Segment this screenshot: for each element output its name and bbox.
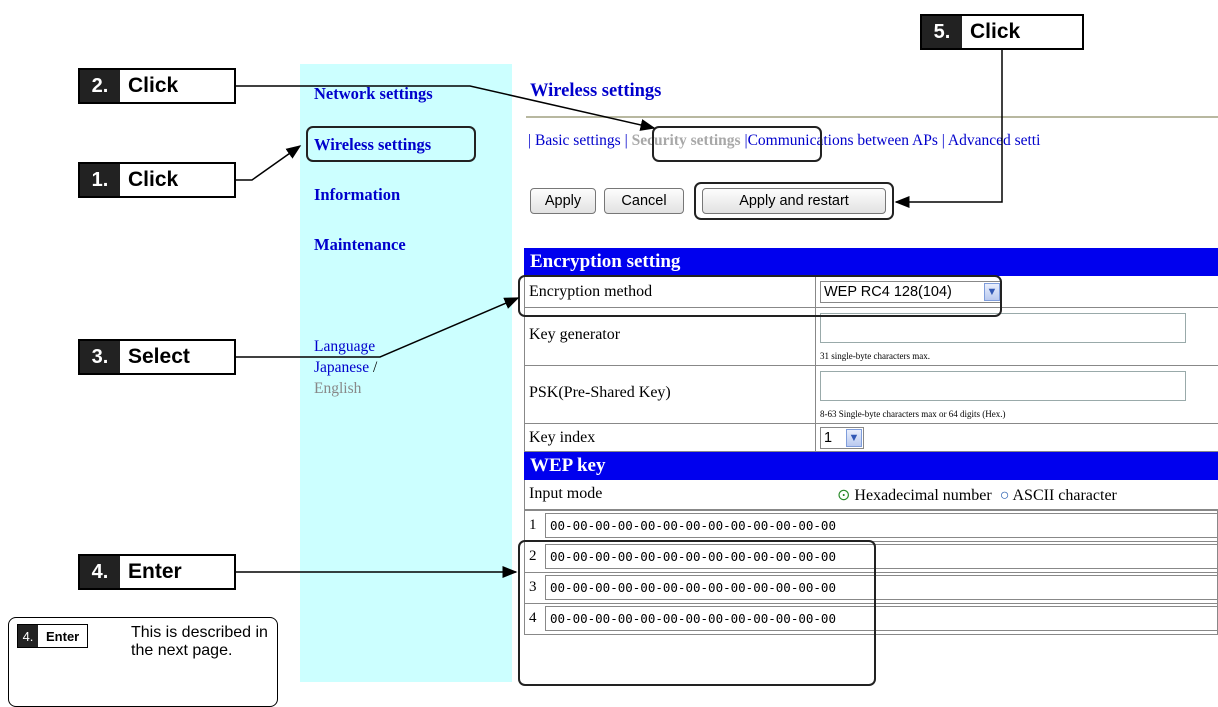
note-badge-text: Enter	[46, 628, 80, 644]
note-badge: 4. Enter	[17, 624, 89, 648]
arrow-step-2	[236, 85, 656, 131]
note-text: This is described in the next page.	[131, 624, 268, 659]
note-box: 4. Enter This is described in the next p…	[8, 617, 278, 707]
note-badge-number: 4.	[18, 625, 38, 647]
callout-arrows	[236, 50, 1003, 578]
arrow-step-3	[236, 297, 520, 358]
arrow-step-5	[894, 50, 1003, 208]
arrow-step-1	[236, 145, 302, 181]
